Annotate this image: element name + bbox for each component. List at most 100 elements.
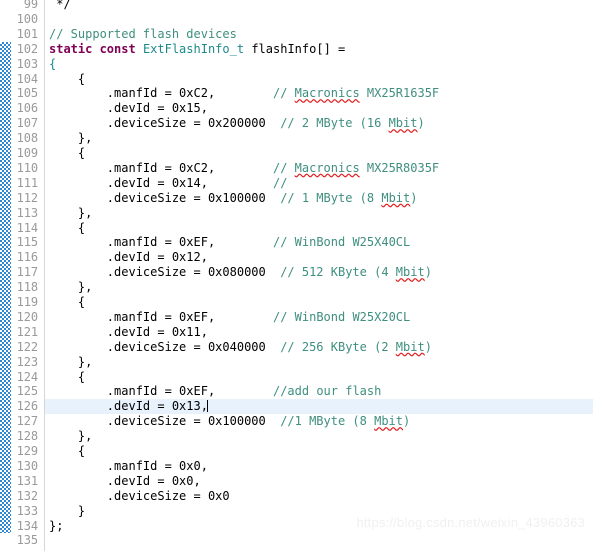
line-number[interactable]: 103 bbox=[0, 57, 38, 72]
token-plain: .manfId = 0xEF, bbox=[49, 235, 273, 250]
line-number[interactable]: 99 bbox=[0, 0, 38, 12]
code-line-text[interactable]: .deviceSize = 0x0 bbox=[49, 489, 230, 504]
code-line-text[interactable]: .manfId = 0xC2, // Macronics MX25R8035F bbox=[49, 161, 439, 176]
code-line[interactable] bbox=[0, 0, 593, 12]
token-brace-hl: { bbox=[49, 56, 57, 71]
line-number[interactable]: 126 bbox=[0, 399, 38, 414]
code-lines-container[interactable]: */ // Supported flash devices static const… bbox=[0, 0, 593, 551]
line-number[interactable]: 124 bbox=[0, 370, 38, 385]
code-line-text[interactable]: .deviceSize = 0x100000 //1 MByte (8 Mbit… bbox=[49, 414, 410, 429]
line-number[interactable]: 127 bbox=[0, 414, 38, 429]
line-number[interactable]: 128 bbox=[0, 429, 38, 444]
code-line-text[interactable]: .devId = 0x13, bbox=[49, 399, 208, 414]
token-plain: .devId = 0x11, bbox=[49, 324, 208, 339]
code-line-text[interactable]: .devId = 0x14, // bbox=[49, 176, 288, 191]
code-line-text[interactable]: .devId = 0x0, bbox=[49, 474, 201, 489]
code-line-text[interactable]: }, bbox=[49, 429, 92, 444]
code-line-text[interactable]: static const ExtFlashInfo_t flashInfo[] … bbox=[49, 42, 345, 57]
token-comment: // 256 KByte (2 bbox=[280, 339, 396, 354]
code-line-text[interactable]: // Supported flash devices bbox=[49, 27, 237, 42]
token-misspelled: Macronics bbox=[294, 86, 360, 101]
line-number[interactable]: 107 bbox=[0, 116, 38, 131]
code-line-text[interactable]: .deviceSize = 0x040000 // 256 KByte (2 M… bbox=[49, 340, 432, 355]
line-number[interactable]: 106 bbox=[0, 101, 38, 116]
code-line[interactable] bbox=[0, 221, 593, 236]
code-line-text[interactable]: .deviceSize = 0x200000 // 2 MByte (16 Mb… bbox=[49, 116, 425, 131]
line-number[interactable]: 113 bbox=[0, 206, 38, 221]
line-number[interactable]: 119 bbox=[0, 295, 38, 310]
token-comment: // WinBond W25X40CL bbox=[272, 235, 411, 250]
code-line-text[interactable]: { bbox=[49, 444, 85, 459]
token-plain: .deviceSize = 0x080000 bbox=[49, 265, 281, 280]
code-line-text[interactable]: .devId = 0x11, bbox=[49, 325, 208, 340]
line-number[interactable]: 116 bbox=[0, 250, 38, 265]
code-line[interactable] bbox=[0, 533, 593, 548]
code-line[interactable] bbox=[0, 57, 593, 72]
line-number[interactable]: 135 bbox=[0, 533, 38, 548]
line-number[interactable]: 120 bbox=[0, 310, 38, 325]
code-line-text[interactable]: .devId = 0x15, bbox=[49, 101, 208, 116]
code-line-text[interactable]: .manfId = 0xEF, // WinBond W25X40CL bbox=[49, 235, 410, 250]
code-line[interactable] bbox=[0, 12, 593, 27]
line-number[interactable]: 101 bbox=[0, 27, 38, 42]
line-number[interactable]: 109 bbox=[0, 146, 38, 161]
code-line-text[interactable]: }, bbox=[49, 280, 92, 295]
line-number[interactable]: 110 bbox=[0, 161, 38, 176]
token-plain: .manfId = 0xC2, bbox=[49, 86, 273, 101]
line-number[interactable]: 104 bbox=[0, 72, 38, 87]
line-number[interactable]: 125 bbox=[0, 384, 38, 399]
line-number[interactable]: 129 bbox=[0, 444, 38, 459]
code-line-text[interactable]: }, bbox=[49, 131, 92, 146]
line-number[interactable]: 122 bbox=[0, 340, 38, 355]
code-line[interactable] bbox=[0, 146, 593, 161]
line-number[interactable]: 117 bbox=[0, 265, 38, 280]
line-number[interactable]: 105 bbox=[0, 86, 38, 101]
code-line-text[interactable]: .manfId = 0xC2, // Macronics MX25R1635F bbox=[49, 86, 439, 101]
code-line-text[interactable]: }, bbox=[49, 355, 92, 370]
code-line-text[interactable]: { bbox=[49, 57, 56, 72]
code-line-text[interactable]: .deviceSize = 0x080000 // 512 KByte (4 M… bbox=[49, 265, 432, 280]
code-editor[interactable]: */ // Supported flash devices static const… bbox=[0, 0, 593, 551]
line-number[interactable]: 102 bbox=[0, 42, 38, 57]
code-line-text[interactable]: { bbox=[49, 72, 85, 87]
token-comment: // bbox=[272, 86, 295, 101]
code-line-text[interactable]: } bbox=[49, 504, 85, 519]
token-comment: ) bbox=[410, 190, 418, 205]
token-comment: // WinBond W25X20CL bbox=[272, 309, 411, 324]
token-misspelled: Mbit bbox=[381, 190, 411, 205]
code-line-text[interactable]: .devId = 0x12, bbox=[49, 250, 208, 265]
line-number[interactable]: 134 bbox=[0, 519, 38, 534]
code-line-text[interactable]: { bbox=[49, 295, 85, 310]
line-number[interactable]: 121 bbox=[0, 325, 38, 340]
code-line[interactable] bbox=[0, 295, 593, 310]
code-line-text[interactable]: { bbox=[49, 370, 85, 385]
line-number[interactable]: 123 bbox=[0, 355, 38, 370]
line-number[interactable]: 100 bbox=[0, 12, 38, 27]
code-line-text[interactable]: .manfId = 0x0, bbox=[49, 459, 208, 474]
line-number[interactable]: 108 bbox=[0, 131, 38, 146]
code-line-text[interactable]: }, bbox=[49, 206, 92, 221]
token-plain: }, bbox=[49, 429, 93, 444]
line-number[interactable]: 132 bbox=[0, 489, 38, 504]
line-number[interactable]: 118 bbox=[0, 280, 38, 295]
line-number[interactable]: 112 bbox=[0, 191, 38, 206]
code-line-text[interactable]: { bbox=[49, 221, 85, 236]
code-line[interactable] bbox=[0, 444, 593, 459]
line-number[interactable]: 133 bbox=[0, 504, 38, 519]
token-plain: .deviceSize = 0x040000 bbox=[49, 339, 281, 354]
line-number[interactable]: 130 bbox=[0, 459, 38, 474]
code-line-text[interactable]: .deviceSize = 0x100000 // 1 MByte (8 Mbi… bbox=[49, 190, 418, 206]
code-line[interactable] bbox=[0, 370, 593, 385]
code-line-text[interactable]: }; bbox=[49, 519, 63, 534]
code-line-text[interactable]: .manfId = 0xEF, // WinBond W25X20CL bbox=[49, 310, 410, 325]
line-number[interactable]: 115 bbox=[0, 235, 38, 250]
line-number[interactable]: 114 bbox=[0, 221, 38, 236]
code-line-text[interactable]: { bbox=[49, 146, 85, 161]
code-line-text[interactable]: */ bbox=[49, 0, 70, 12]
code-line[interactable] bbox=[0, 72, 593, 87]
line-number[interactable]: 111 bbox=[0, 176, 38, 191]
line-number[interactable]: 131 bbox=[0, 474, 38, 489]
token-plain: { bbox=[49, 71, 86, 86]
code-line-text[interactable]: .manfId = 0xEF, //add our flash bbox=[49, 384, 382, 399]
